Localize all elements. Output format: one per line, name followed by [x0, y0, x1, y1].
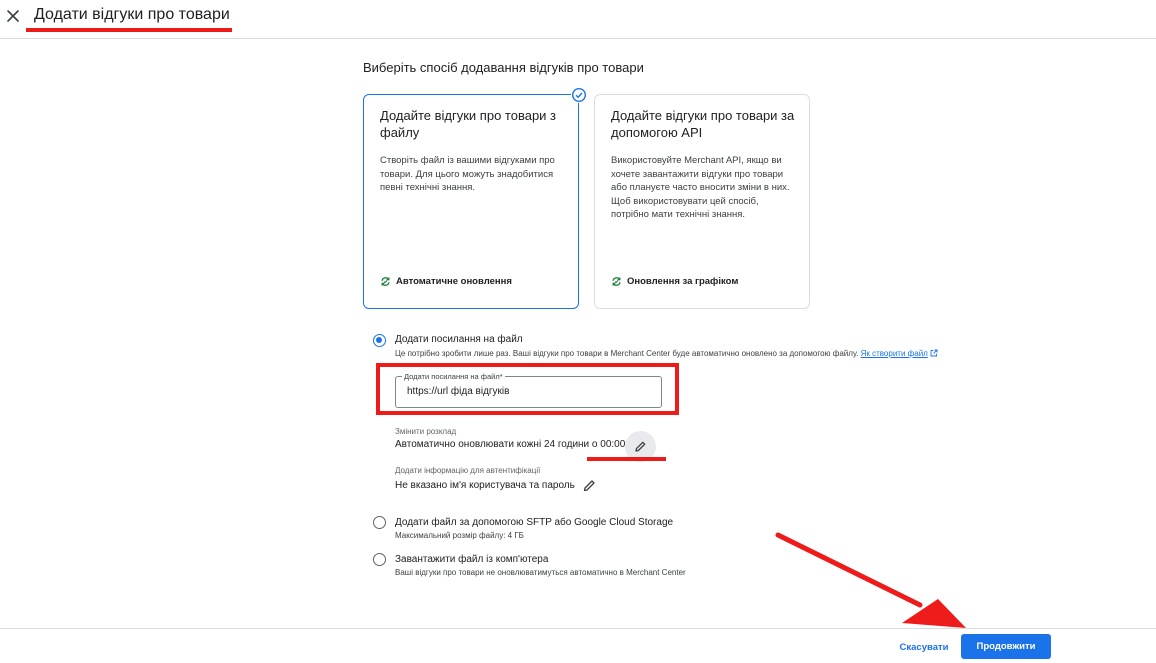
external-link-icon[interactable]	[930, 349, 938, 357]
card-footer: Оновлення за графіком	[611, 276, 738, 287]
annotation-box-url-field	[376, 363, 679, 415]
radio-upload-label[interactable]: Завантажити файл із комп'ютера	[395, 554, 548, 565]
annotation-arrow	[775, 532, 966, 628]
sync-icon	[612, 277, 621, 286]
card-footer: Автоматичне оновлення	[380, 276, 512, 287]
card-add-via-api[interactable]: Додайте відгуки про товари за допомогою …	[594, 94, 810, 309]
method-heading: Виберіть спосіб додавання відгуків про т…	[363, 60, 644, 75]
card-add-from-file[interactable]: Додайте відгуки про товари з файлу Створ…	[363, 87, 587, 309]
annotation-underline-title	[26, 28, 232, 32]
radio-add-link-description: Це потрібно зробити лише раз. Ваші відгу…	[395, 349, 938, 358]
close-icon[interactable]	[6, 9, 20, 23]
schedule-value: Автоматично оновлювати кожні 24 години о…	[395, 439, 626, 450]
radio-upload-from-computer[interactable]	[373, 553, 386, 566]
radio-sftp-label[interactable]: Додати файл за допомогою SFTP або Google…	[395, 517, 673, 528]
card-footer-label: Оновлення за графіком	[627, 276, 739, 287]
card-title: Додайте відгуки про товари з файлу	[380, 108, 557, 140]
pencil-icon	[635, 441, 646, 452]
card-description: Створіть файл із вашими відгуками про то…	[380, 155, 555, 193]
card-title: Додайте відгуки про товари за допомогою …	[611, 108, 795, 140]
radio-add-link[interactable]	[373, 334, 386, 347]
radio-add-link-sub-text: Це потрібно зробити лише раз. Ваші відгу…	[395, 349, 859, 358]
radio-sftp[interactable]	[373, 516, 386, 529]
radio-add-link-label[interactable]: Додати посилання на файл	[395, 334, 523, 345]
annotation-underline-schedule	[587, 457, 666, 461]
schedule-label: Змінити розклад	[395, 427, 457, 436]
card-description: Використовуйте Merchant API, якщо ви хоч…	[611, 155, 790, 220]
sync-icon	[381, 277, 390, 286]
top-bar: Додати відгуки про товари	[0, 0, 1156, 39]
radio-upload-description: Ваші відгуки про товари не оновлюватимут…	[395, 568, 686, 577]
radio-sftp-description: Максимальний розмір файлу: 4 ГБ	[395, 531, 524, 540]
cancel-button[interactable]: Скасувати	[892, 637, 956, 657]
how-to-create-file-link[interactable]: Як створити файл	[861, 349, 928, 358]
pencil-icon	[583, 480, 595, 492]
edit-auth-button[interactable]	[582, 478, 597, 493]
card-footer-label: Автоматичне оновлення	[396, 276, 512, 287]
auth-value: Не вказано ім'я користувача та пароль	[395, 480, 575, 491]
auth-label: Додати інформацію для автентифікації	[395, 466, 541, 475]
continue-button[interactable]: Продовжити	[961, 634, 1051, 659]
check-circle-icon	[571, 87, 587, 103]
page-title: Додати відгуки про товари	[34, 6, 230, 23]
